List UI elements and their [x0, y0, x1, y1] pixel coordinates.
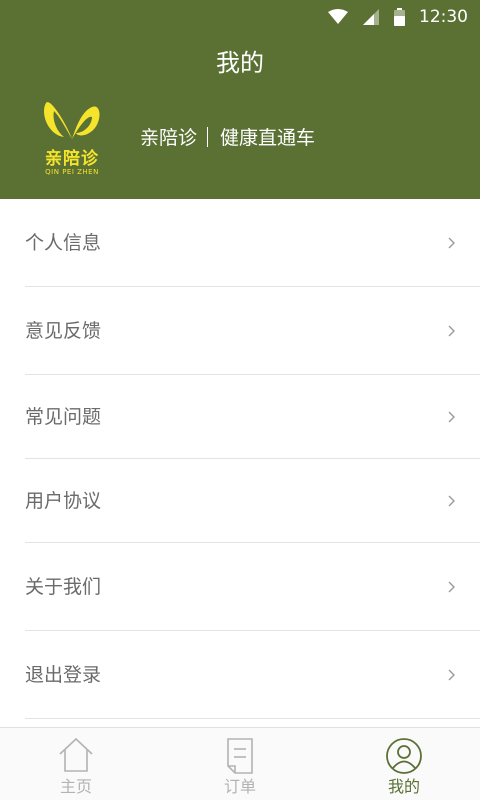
profile-header: 我的 亲陪诊 QIN PEI ZHEN 亲陪诊 健康直通车 [0, 33, 480, 199]
tab-home[interactable]: 主页 [16, 728, 136, 801]
chevron-right-icon [448, 581, 455, 593]
logo-text: 亲陪诊 [45, 149, 99, 169]
status-bar: 12:30 [0, 0, 480, 33]
logo-subtext: QIN PEI ZHEN [45, 168, 99, 176]
chevron-right-icon [448, 495, 455, 507]
page-title: 我的 [216, 49, 264, 77]
status-icons: 12:30 [328, 5, 468, 29]
signal-icon [363, 9, 379, 25]
menu-item-label: 用户协议 [25, 490, 102, 512]
menu-item-label: 退出登录 [25, 664, 102, 686]
bottom-tab-bar: 主页 订单 我的 [0, 727, 480, 800]
menu-item-label: 常见问题 [25, 406, 102, 428]
chevron-right-icon [448, 325, 455, 337]
brand-logo: 亲陪诊 QIN PEI ZHEN [36, 93, 108, 181]
status-time: 12:30 [419, 7, 468, 27]
profile-icon [386, 738, 422, 774]
profile-menu: 个人信息 意见反馈 常见问题 用户协议 关于我们 退出登录 [0, 199, 480, 719]
slogan-divider [207, 126, 209, 147]
menu-item-label: 个人信息 [25, 232, 102, 254]
wifi-icon [328, 9, 348, 24]
home-icon [59, 737, 93, 772]
tab-label: 订单 [223, 777, 256, 796]
battery-icon [394, 8, 405, 26]
slogan: 亲陪诊 健康直通车 [140, 123, 315, 150]
tab-orders[interactable]: 订单 [180, 728, 300, 801]
tab-mine[interactable]: 我的 [344, 728, 464, 801]
menu-item-label: 关于我们 [25, 576, 102, 598]
menu-item-faq[interactable]: 常见问题 [25, 375, 480, 459]
tab-label: 主页 [59, 777, 92, 796]
butterfly-logo-icon [44, 102, 100, 139]
menu-item-feedback[interactable]: 意见反馈 [25, 287, 480, 375]
chevron-right-icon [448, 669, 455, 681]
order-icon [227, 738, 253, 774]
menu-item-logout[interactable]: 退出登录 [25, 631, 480, 719]
menu-item-personal-info[interactable]: 个人信息 [25, 199, 480, 287]
chevron-right-icon [448, 411, 455, 423]
menu-item-about-us[interactable]: 关于我们 [25, 543, 480, 631]
menu-item-user-agreement[interactable]: 用户协议 [25, 459, 480, 543]
tab-label: 我的 [387, 777, 420, 796]
menu-item-label: 意见反馈 [25, 320, 102, 342]
chevron-right-icon [448, 237, 455, 249]
slogan-brand: 亲陪诊 [140, 127, 198, 149]
slogan-tagline: 健康直通车 [220, 127, 316, 149]
